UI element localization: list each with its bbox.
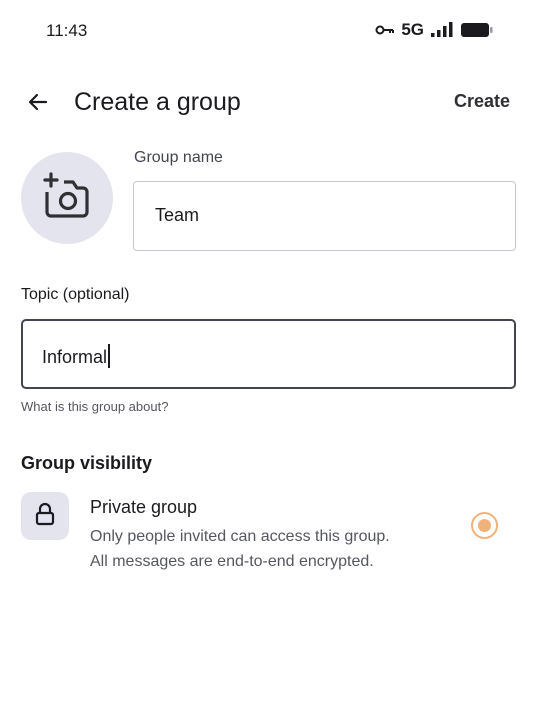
status-icons: 5G: [375, 20, 494, 40]
group-name-input[interactable]: Team: [133, 181, 516, 251]
lock-icon: [34, 502, 56, 531]
add-photo-icon: [41, 171, 93, 225]
topic-input[interactable]: Informal: [21, 319, 516, 389]
private-group-icon-box: [21, 492, 69, 540]
page-title: Create a group: [74, 88, 241, 116]
network-type: 5G: [401, 20, 424, 39]
text-cursor: [108, 344, 111, 368]
private-group-description: Only people invited can access this grou…: [90, 528, 390, 570]
group-visibility-heading: Group visibility: [21, 453, 153, 473]
back-arrow-icon: [26, 90, 50, 119]
private-group-title: Private group: [90, 497, 198, 517]
private-group-radio[interactable]: [471, 512, 498, 539]
battery-icon: [460, 22, 494, 38]
group-name-value: Team: [155, 205, 200, 225]
create-button[interactable]: Create: [454, 91, 510, 112]
topic-helper-text: What is this group about?: [21, 399, 169, 414]
back-button[interactable]: [20, 86, 56, 122]
topic-label: Topic (optional): [21, 286, 130, 303]
signal-icon: [430, 22, 454, 38]
topic-value: Informal: [42, 347, 108, 367]
topic-value-wrap: Informal: [42, 344, 111, 368]
status-bar: 11:43 5G: [0, 0, 540, 60]
create-group-screen: 11:43 5G Create a group Create Group nam…: [0, 0, 540, 702]
group-name-label: Group name: [134, 149, 223, 166]
group-photo-button[interactable]: [21, 152, 113, 244]
status-time: 11:43: [46, 21, 88, 40]
vpn-key-icon: [375, 23, 395, 37]
radio-selected-dot: [478, 519, 491, 532]
